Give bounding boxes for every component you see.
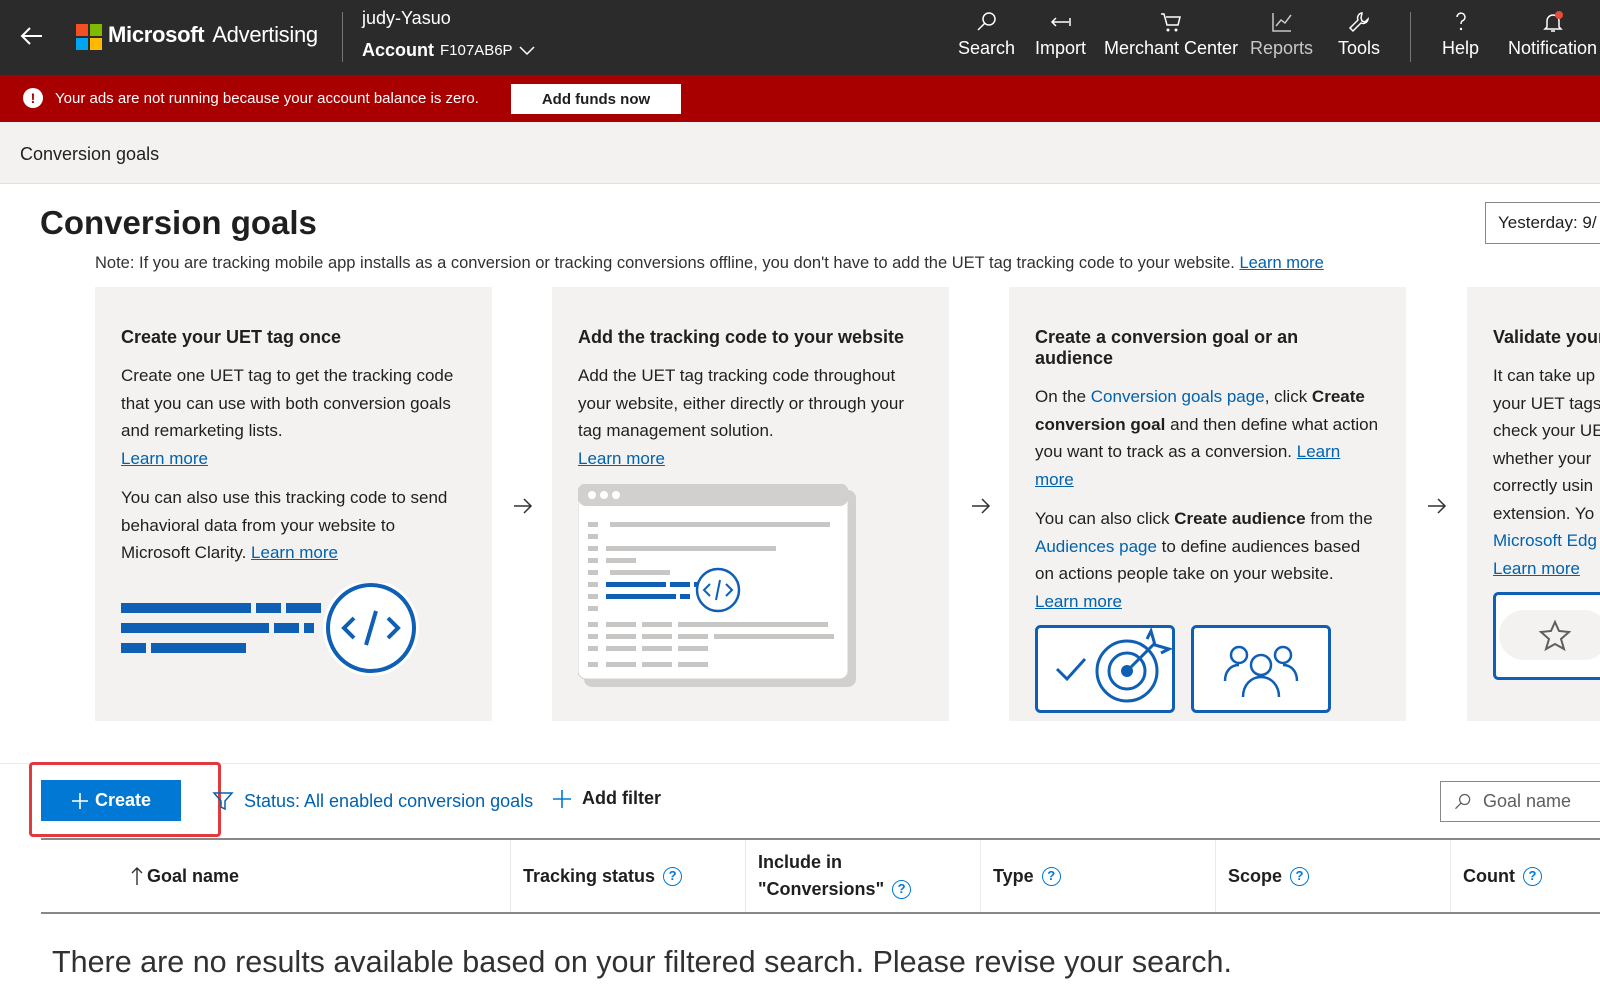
nav-tools[interactable]: Tools: [1338, 10, 1380, 59]
audiences-page-link[interactable]: Audiences page: [1035, 537, 1157, 556]
nav-help[interactable]: Help: [1442, 10, 1479, 59]
plus-icon: [71, 792, 88, 809]
bell-icon: [1542, 11, 1563, 32]
target-check-icon: [1035, 625, 1175, 713]
cart-icon: [1161, 13, 1181, 32]
account-label: Account: [362, 40, 434, 60]
column-goal-name[interactable]: Goal name: [41, 840, 511, 912]
info-icon[interactable]: ?: [892, 879, 912, 899]
code-illustration: [121, 579, 419, 676]
note-learn-more-link[interactable]: Learn more: [1239, 254, 1323, 272]
arrow-right-icon: [972, 498, 991, 514]
goal-name-search-input[interactable]: Goal name: [1440, 781, 1600, 822]
microsoft-edge-link[interactable]: Microsoft Edg: [1493, 531, 1597, 550]
nav-divider: [1410, 12, 1411, 62]
column-include-in-conversions[interactable]: Include in "Conversions"?: [746, 840, 981, 912]
nav-merchant-center[interactable]: Merchant Center: [1104, 10, 1238, 59]
add-filter-button[interactable]: Add filter: [552, 788, 661, 809]
balance-warning-banner: ! Your ads are not running because your …: [0, 75, 1600, 122]
card-learn-more-link[interactable]: Learn more: [251, 543, 338, 562]
search-icon: [1455, 793, 1471, 809]
arrow-right-icon: [1428, 498, 1447, 514]
breadcrumb-item: Conversion goals: [20, 144, 160, 164]
account-selector[interactable]: Account F107AB6P: [362, 40, 535, 61]
create-button[interactable]: Create: [41, 780, 181, 821]
nav-notification[interactable]: Notification: [1508, 10, 1597, 59]
page-title: Conversion goals: [40, 204, 317, 241]
info-icon[interactable]: ?: [1041, 866, 1061, 886]
banner-message: Your ads are not running because your ac…: [55, 90, 479, 107]
info-icon[interactable]: ?: [1290, 866, 1310, 886]
filter-icon: [212, 792, 234, 811]
top-nav: Microsoft Advertising judy-Yasuo Account …: [0, 0, 1600, 75]
arrow-right-icon: [514, 498, 533, 514]
card-text: You can also click Create audience from …: [1035, 509, 1373, 611]
card-text: Create one UET tag to get the tracking c…: [121, 366, 454, 468]
alert-icon: !: [23, 88, 43, 108]
nav-import[interactable]: Import: [1035, 10, 1086, 59]
nav-divider: [342, 12, 343, 62]
card-learn-more-link[interactable]: Learn more: [1035, 592, 1122, 611]
card-create-conversion-goal: Create a conversion goal or an audience …: [1009, 287, 1406, 721]
chevron-down-icon: [519, 45, 535, 55]
audience-people-icon: [1191, 625, 1331, 713]
account-id: F107AB6P: [440, 42, 513, 59]
card-text: It can take up your UET tags check your …: [1493, 366, 1600, 578]
empty-results-message: There are no results available based on …: [52, 945, 1232, 979]
date-range-picker[interactable]: Yesterday: 9/: [1485, 202, 1600, 244]
help-icon: [1455, 12, 1466, 31]
card-title: Add the tracking code to your website: [578, 327, 905, 347]
account-user: judy-Yasuo: [362, 8, 451, 28]
column-type[interactable]: Type?: [981, 840, 1216, 912]
column-scope[interactable]: Scope?: [1216, 840, 1451, 912]
plus-icon: [553, 789, 571, 808]
add-funds-button[interactable]: Add funds now: [511, 84, 681, 114]
card-title: Create your UET tag once: [121, 327, 342, 347]
nav-search[interactable]: Search: [958, 10, 1015, 59]
status-filter[interactable]: Status: All enabled conversion goals: [212, 790, 533, 812]
card-validate-tag: Validate your It can take up your UET ta…: [1467, 287, 1600, 721]
card-title: Validate your: [1493, 327, 1600, 347]
card-learn-more-link[interactable]: Learn more: [1493, 559, 1580, 578]
conversion-goals-page-link[interactable]: Conversion goals page: [1091, 387, 1265, 406]
website-illustration: [577, 483, 856, 687]
search-icon: [976, 12, 996, 31]
wrench-icon: [1348, 12, 1370, 33]
back-arrow-icon[interactable]: [18, 22, 46, 50]
table-header: Goal name Tracking status? Include in "Co…: [41, 838, 1600, 914]
card-learn-more-link[interactable]: Learn more: [578, 449, 665, 468]
star-extension-icon: [1493, 592, 1600, 680]
column-count[interactable]: Count?: [1451, 840, 1600, 912]
breadcrumb: Conversion goals: [0, 122, 1600, 184]
card-add-tracking-code: Add the tracking code to your website Ad…: [552, 287, 949, 721]
chart-icon: [1271, 13, 1292, 32]
card-text: Add the UET tag tracking code throughout…: [578, 366, 904, 468]
microsoft-logo: [76, 24, 102, 50]
card-create-uet-tag: Create your UET tag once Create one UET …: [95, 287, 492, 721]
toolbar-divider: [0, 763, 1600, 764]
card-title: Create a conversion goal or an audience: [1035, 327, 1299, 368]
nav-reports[interactable]: Reports: [1250, 10, 1313, 59]
info-icon[interactable]: ?: [1522, 866, 1542, 886]
uet-note: Note: If you are tracking mobile app ins…: [95, 254, 1324, 272]
info-icon[interactable]: ?: [663, 866, 683, 886]
sort-arrow-up-icon: [131, 867, 143, 885]
brand-name[interactable]: Microsoft Advertising: [108, 22, 318, 48]
card-learn-more-link[interactable]: Learn more: [121, 449, 208, 468]
column-tracking-status[interactable]: Tracking status?: [511, 840, 746, 912]
card-text: You can also use this tracking code to s…: [121, 488, 448, 562]
card-text: On the Conversion goals page, click Crea…: [1035, 387, 1379, 489]
import-icon: [1050, 17, 1071, 27]
